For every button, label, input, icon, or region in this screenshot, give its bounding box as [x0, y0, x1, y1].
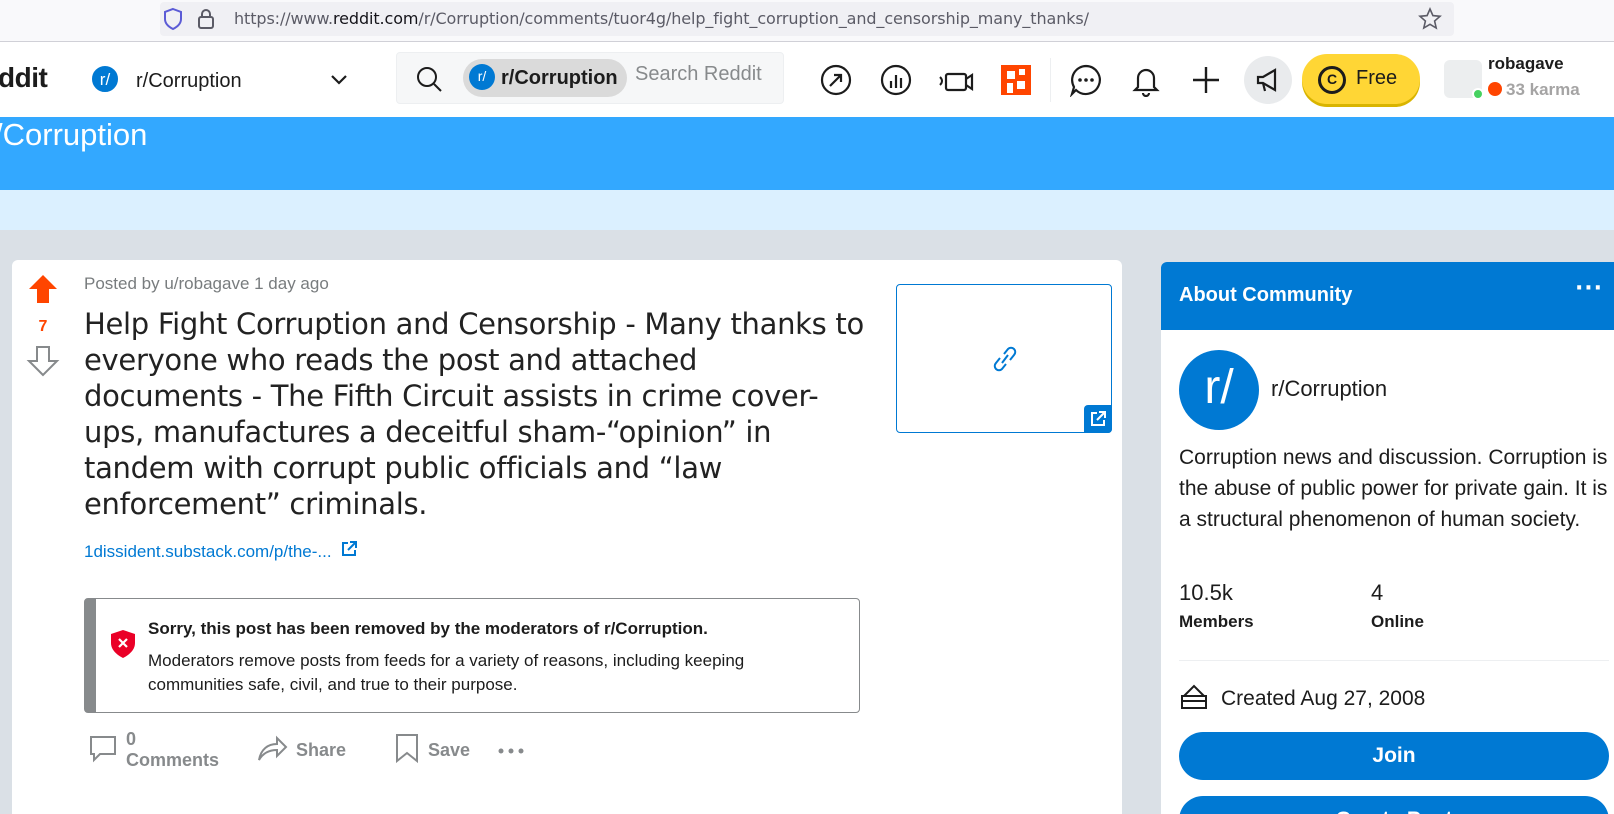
members-value: 10.5k: [1179, 580, 1233, 605]
lock-icon[interactable]: [196, 6, 216, 36]
upvote-icon[interactable]: [26, 272, 60, 310]
reddit-header: ddit r/ r/Corruption r/ r/Corruption Sea…: [0, 42, 1614, 117]
open-external-icon: [1084, 405, 1112, 433]
community-description: Corruption news and discussion. Corrupti…: [1179, 446, 1608, 531]
post-card: 7 Posted by u/robagave 1 day ago Help Fi…: [12, 260, 1122, 814]
search-bar[interactable]: r/ r/Corruption: [396, 52, 784, 104]
about-community-header: About Community ···: [1161, 262, 1614, 330]
join-button[interactable]: Join: [1179, 732, 1609, 780]
sidebar-divider: [1179, 660, 1609, 661]
post-link-text: 1dissident.substack.com/p/the-...: [84, 541, 332, 561]
subreddit-icon: r/: [90, 64, 120, 94]
url-path: /r/Corruption/comments/tuor4g/help_fight…: [418, 9, 1089, 28]
username: robagave: [1488, 54, 1564, 73]
external-link-icon: [340, 540, 358, 563]
community-switcher[interactable]: r/ r/Corruption: [86, 58, 356, 102]
comments-button[interactable]: 0 Comments: [88, 728, 219, 772]
chat-icon[interactable]: [1066, 60, 1106, 100]
comments-label: Comments: [126, 750, 220, 770]
karma-icon: [1488, 82, 1502, 96]
banner-subbar: [0, 190, 1614, 230]
online-status-icon: [1472, 88, 1484, 100]
removed-title: Sorry, this post has been removed by the…: [148, 619, 708, 638]
post-external-link[interactable]: 1dissident.substack.com/p/the-...: [84, 540, 358, 563]
banner-title: /Corruption: [0, 117, 148, 152]
save-label: Save: [428, 739, 471, 760]
karma-label: 33 karma: [1506, 80, 1580, 99]
search-icon: [415, 65, 443, 97]
url-domain: reddit.com: [333, 9, 419, 28]
about-community-panel: About Community ··· r/ r/Corruption Corr…: [1161, 262, 1614, 814]
members-label: Members: [1179, 612, 1254, 631]
notifications-icon[interactable]: [1126, 60, 1166, 100]
karma-count: 33 karma: [1488, 80, 1580, 100]
online-stat: 4 Online: [1371, 580, 1424, 632]
cake-icon: [1179, 682, 1209, 716]
community-switcher-label: r/Corruption: [136, 70, 242, 92]
community-avatar[interactable]: r/: [1179, 350, 1259, 430]
share-icon: [256, 733, 288, 768]
more-options-icon[interactable]: ···: [1569, 274, 1609, 314]
coins-icon[interactable]: [996, 60, 1036, 100]
vote-score: 7: [38, 318, 48, 335]
post-meta[interactable]: Posted by u/robagave 1 day ago: [84, 274, 329, 294]
comment-icon: [88, 733, 118, 768]
bookmark-icon: [394, 732, 420, 769]
live-icon[interactable]: [936, 60, 976, 100]
share-label: Share: [296, 739, 347, 760]
header-divider: [1050, 58, 1051, 102]
created-label: Created Aug 27, 2008: [1221, 687, 1426, 710]
user-menu[interactable]: robagave 33 karma: [1444, 50, 1614, 108]
downvote-icon[interactable]: [26, 344, 60, 382]
community-banner: /Corruption: [0, 117, 1614, 190]
share-button[interactable]: Share: [256, 728, 346, 772]
subreddit-icon: r/: [469, 64, 495, 90]
search-scope-label: r/Corruption: [501, 67, 618, 89]
more-options-button[interactable]: [498, 728, 524, 772]
free-label: Free: [1356, 67, 1398, 89]
advertise-icon[interactable]: [1244, 56, 1292, 104]
removed-body: Moderators remove posts from feeds for a…: [148, 651, 745, 694]
browser-toolbar: https://www.reddit.com/r/Corruption/comm…: [0, 0, 1614, 42]
search-input[interactable]: [635, 63, 775, 86]
link-icon: [991, 343, 1019, 379]
create-post-button[interactable]: Create Post: [1179, 796, 1609, 814]
removed-shield-icon: [110, 629, 136, 663]
url-text[interactable]: https://www.reddit.com/r/Corruption/comm…: [234, 9, 1089, 28]
reddit-logo[interactable]: ddit: [0, 62, 48, 94]
bookmark-star-icon[interactable]: [1418, 6, 1442, 36]
removed-notice: Sorry, this post has been removed by the…: [84, 598, 860, 713]
created-date: Created Aug 27, 2008: [1179, 682, 1425, 716]
comments-count: 0: [126, 729, 137, 749]
get-coins-button[interactable]: C Free: [1302, 54, 1420, 104]
save-button[interactable]: Save: [394, 728, 470, 772]
online-value: 4: [1371, 580, 1384, 605]
search-scope-chip[interactable]: r/ r/Corruption: [463, 59, 627, 97]
link-thumbnail[interactable]: [896, 284, 1112, 433]
coin-icon: C: [1318, 66, 1346, 94]
more-icon: [498, 740, 524, 761]
members-stat: 10.5k Members: [1179, 580, 1254, 632]
post-title[interactable]: Help Fight Corruption and Censorship - M…: [84, 306, 864, 522]
chevron-down-icon: [328, 68, 350, 94]
shield-icon[interactable]: [162, 6, 184, 36]
about-community-title: About Community: [1179, 284, 1353, 306]
online-label: Online: [1371, 612, 1424, 631]
create-post-icon[interactable]: [1186, 60, 1226, 100]
community-name[interactable]: r/Corruption: [1271, 376, 1387, 402]
stats-icon[interactable]: [876, 60, 916, 100]
popular-icon[interactable]: [816, 60, 856, 100]
url-prefix: https://www.: [234, 9, 334, 28]
